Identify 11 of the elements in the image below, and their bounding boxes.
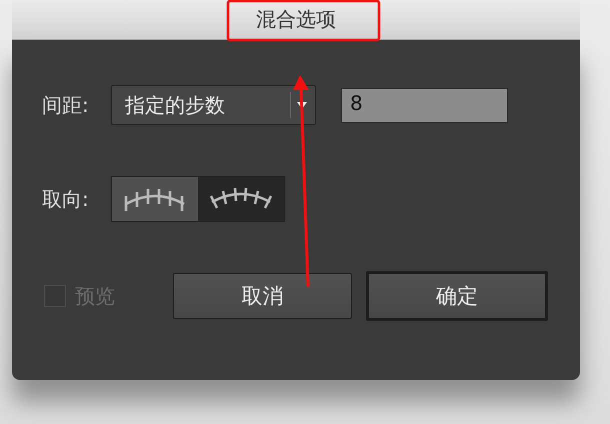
window-title: 混合选项 xyxy=(256,6,336,33)
orientation-label: 取向: xyxy=(42,186,90,212)
vertical-ticks-arc-icon xyxy=(123,186,187,212)
ok-button[interactable]: 确定 xyxy=(366,271,548,321)
steps-field[interactable]: 8 xyxy=(341,88,508,122)
caret-icon xyxy=(297,102,307,108)
orientation-option[interactable] xyxy=(112,177,198,221)
orientation-option[interactable] xyxy=(198,177,284,221)
cancel-button[interactable]: 取消 xyxy=(173,273,352,319)
spacing-dropdown[interactable]: 指定的步数 xyxy=(111,85,316,125)
spacing-label: 间距: xyxy=(42,92,90,118)
